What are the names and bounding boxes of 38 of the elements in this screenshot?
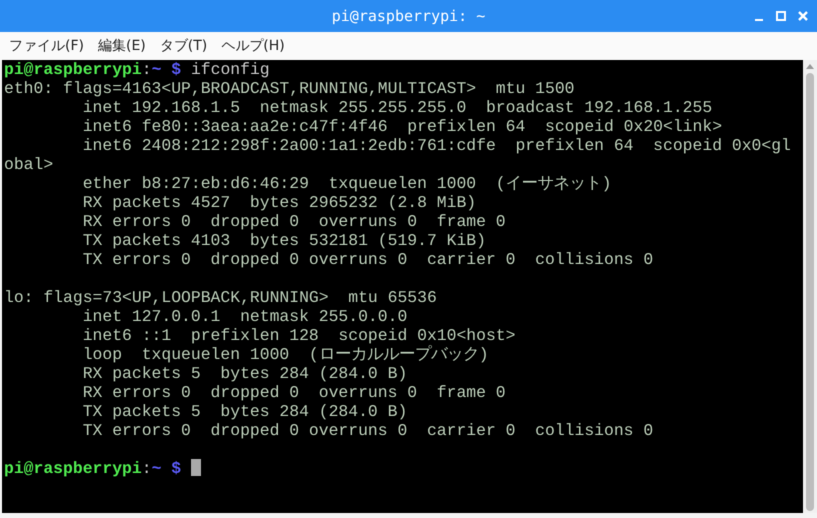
prompt-path: ~ xyxy=(152,60,162,79)
prompt-user: pi@raspberrypi xyxy=(4,459,142,478)
output-line: TX errors 0 dropped 0 overruns 0 carrier 0 collisions 0 xyxy=(82,421,654,440)
menu-item[interactable]: ヘルプ(H) xyxy=(221,37,285,55)
prompt-symbol: $ xyxy=(171,60,182,79)
output-line: inet 192.168.1.5 netmask 255.255.255.0 broadcast 192.168.1.255 xyxy=(82,98,712,117)
output-line: inet6 fe80::3aea:aa2e:c47f:4f46 prefixlen 64 scopeid 0x20<link> xyxy=(82,117,722,136)
scroll-up-icon[interactable] xyxy=(806,63,814,69)
output-line: inet 127.0.0.1 netmask 255.0.0.0 xyxy=(82,307,408,326)
output-line: RX packets 5 bytes 284 (284.0 B) xyxy=(82,364,408,383)
window-title: pi@raspberrypi: ~ xyxy=(332,7,486,25)
close-icon[interactable] xyxy=(797,10,809,22)
prompt-symbol: $ xyxy=(171,459,182,478)
output-line: RX errors 0 dropped 0 overruns 0 frame 0 xyxy=(82,212,506,231)
menu-item[interactable]: 編集(E) xyxy=(98,37,146,55)
output-line: lo: flags=73<UP,LOOPBACK,RUNNING> mtu 65536 xyxy=(4,288,437,307)
prompt-path: ~ xyxy=(152,459,162,478)
prompt-separator: : xyxy=(142,60,152,79)
maximize-icon[interactable] xyxy=(775,10,787,22)
output-line: loop txqueuelen 1000 (ローカルループバック) xyxy=(82,345,489,364)
scrollbar-thumb[interactable] xyxy=(806,73,814,511)
output-line: inet6 ::1 prefixlen 128 scopeid 0x10<host> xyxy=(82,326,516,345)
output-line: ether b8:27:eb:d6:46:29 txqueuelen 1000 (イーサネット) xyxy=(82,174,612,193)
prompt-user: pi@raspberrypi xyxy=(4,60,142,79)
output-line: RX errors 0 dropped 0 overruns 0 frame 0 xyxy=(82,383,506,402)
output-line: inet6 2408:212:298f:2a00:1a1:2edb:761:cdfe prefixlen 64 scopeid 0x0<gl xyxy=(82,136,791,155)
output-line: RX packets 4527 bytes 2965232 (2.8 MiB) xyxy=(82,193,476,212)
output-line: TX errors 0 dropped 0 overruns 0 carrier 0 collisions 0 xyxy=(82,250,654,269)
terminal-area[interactable] xyxy=(2,60,803,513)
output-line: TX packets 5 bytes 284 (284.0 B) xyxy=(82,402,408,421)
command-text: ifconfig xyxy=(190,60,270,79)
prompt-separator: : xyxy=(142,459,152,478)
menu-item[interactable]: タブ(T) xyxy=(160,37,208,55)
menu-item[interactable]: ファイル(F) xyxy=(9,37,84,55)
scrollbar[interactable] xyxy=(803,60,817,513)
output-line: obal> xyxy=(4,155,54,174)
output-line: TX packets 4103 bytes 532181 (519.7 KiB) xyxy=(82,231,486,250)
output-line: eth0: flags=4163<UP,BROADCAST,RUNNING,MULTICAST> mtu 1500 xyxy=(4,79,574,98)
